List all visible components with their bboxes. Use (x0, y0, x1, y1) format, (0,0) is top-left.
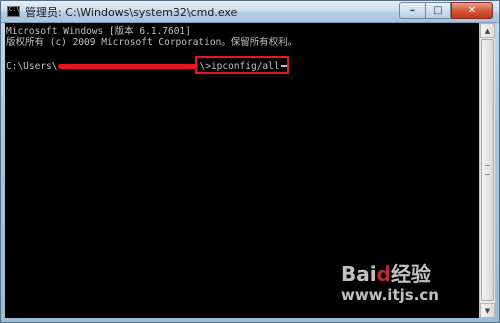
redaction-mark (58, 63, 199, 69)
grip-icon (485, 165, 490, 175)
minimize-button[interactable]: – (399, 2, 425, 19)
close-button[interactable]: ✕ (451, 2, 493, 19)
watermark: Baid经验 www.itjs.cn (341, 258, 491, 318)
version-line: Microsoft Windows [版本 6.1.7601] (6, 26, 191, 37)
scroll-up-button[interactable]: ▲ (480, 23, 495, 38)
cmd-window: 管理员: C:\Windows\system32\cmd.exe – □ ✕ M… (0, 0, 500, 323)
maximize-button[interactable]: □ (425, 2, 451, 19)
cmd-icon[interactable] (7, 6, 20, 17)
command-highlight-box (195, 56, 289, 74)
prompt-line: C:\Users\ \> ipconfig/all (6, 56, 479, 74)
copyright-line: 版权所有 (c) 2009 Microsoft Corporation。保留所有… (6, 37, 298, 48)
caption-buttons: – □ ✕ (399, 2, 493, 20)
title-bar[interactable]: 管理员: C:\Windows\system32\cmd.exe – □ ✕ (1, 1, 499, 23)
logo-part-3: 经验 (390, 262, 431, 286)
prompt-prefix: C:\Users\ (6, 60, 58, 72)
watermark-url: www.itjs.cn (341, 286, 439, 304)
logo-part-1: Bai (341, 262, 377, 286)
watermark-logo: Baid经验 (341, 258, 431, 287)
logo-part-2: d (376, 262, 391, 286)
window-title: 管理员: C:\Windows\system32\cmd.exe (25, 6, 238, 19)
